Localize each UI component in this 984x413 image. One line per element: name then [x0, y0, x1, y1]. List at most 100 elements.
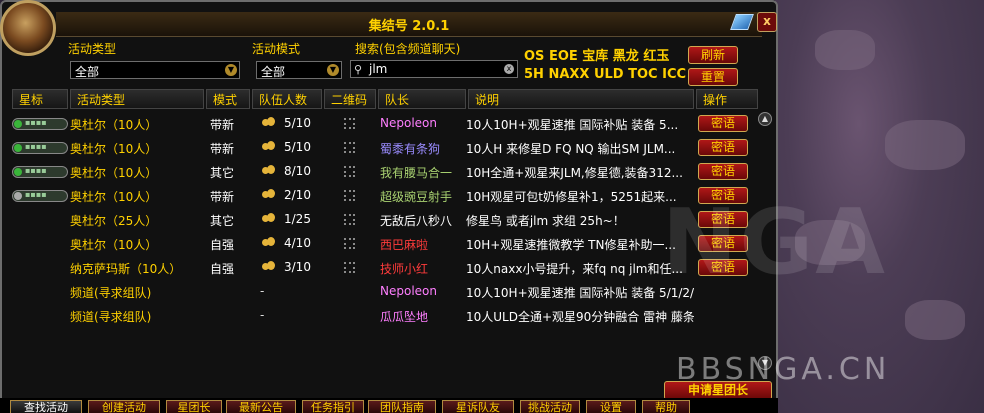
qrcode-icon[interactable] — [344, 190, 355, 201]
tab-2[interactable]: 星团长 — [166, 400, 222, 413]
tab-7[interactable]: 挑战活动 — [520, 400, 580, 413]
table-row[interactable]: 频道(寻求组队) - Nepoleon 10人10H+观星速推 国际补贴 装备 5/1… — [12, 280, 758, 304]
table-row[interactable]: ▪▪▪▪ 奥杜尔（10人） 带新 2/10 超级豌豆射手 10H观星可包t奶修星补1，52… — [12, 184, 758, 208]
row-description: 10H观星可包t奶修星补1，5251起来... — [466, 190, 677, 204]
row-mode: 其它 — [210, 214, 235, 228]
activity-type-value: 全部 — [75, 65, 100, 79]
qrcode-icon[interactable] — [344, 118, 355, 129]
table-row[interactable]: 奥杜尔（10人） 自强 4/10 西巴麻啦 10H+观星速推微教学 TN修星补助一...… — [12, 232, 758, 256]
row-count: 5/10 — [284, 116, 311, 130]
column-header-description[interactable]: 说明 — [468, 89, 694, 109]
column-header-qrcode[interactable]: 二维码 — [324, 89, 376, 109]
tab-0[interactable]: 查找活动 — [10, 400, 82, 413]
people-icon — [262, 237, 276, 247]
table-row[interactable]: ▪▪▪▪ 奥杜尔（10人） 带新 5/10 Nepoleon 10人10H+观星速推 国际… — [12, 112, 758, 136]
table-row[interactable]: 奥杜尔（25人） 其它 1/25 无敌后八秒八 修星鸟 或者jlm 求组 25h~！ 密语 — [12, 208, 758, 232]
row-activity: 奥杜尔（25人） — [70, 214, 158, 228]
row-count: 1/25 — [284, 212, 311, 226]
search-icon: ⚲ — [354, 63, 363, 76]
star-badge-icon: ▪▪▪▪ — [12, 190, 68, 202]
table-row[interactable]: 纳克萨玛斯（10人） 自强 3/10 技师小红 10人naxx小号提升，来fq nq j… — [12, 256, 758, 280]
table-row[interactable]: ▪▪▪▪ 奥杜尔（10人） 带新 5/10 蜀黍有条狗 10人H 来修星D FQ NQ 输… — [12, 136, 758, 160]
row-activity: 纳克萨玛斯（10人） — [70, 262, 182, 276]
tab-4[interactable]: 任务指引 — [302, 400, 364, 413]
row-description: 10人10H+观星速推 国际补贴 装备 5/1/2/5 来... — [466, 286, 694, 300]
row-leader[interactable]: 西巴麻啦 — [380, 236, 466, 253]
row-activity: 奥杜尔（10人） — [70, 190, 158, 204]
column-header-mode[interactable]: 模式 — [206, 89, 250, 109]
star-badge-icon: ▪▪▪▪ — [12, 142, 68, 154]
reset-button[interactable]: 重置 — [688, 68, 738, 86]
row-mode: 带新 — [210, 142, 235, 156]
column-header-count[interactable]: 队伍人数 — [252, 89, 322, 109]
clear-icon[interactable]: x — [504, 64, 514, 74]
people-icon — [262, 261, 276, 271]
activity-type-label: 活动类型 — [68, 42, 117, 56]
qrcode-icon[interactable] — [344, 238, 355, 249]
qrcode-icon[interactable] — [344, 214, 355, 225]
row-leader[interactable]: 技师小红 — [380, 260, 466, 277]
row-activity: 奥杜尔（10人） — [70, 166, 158, 180]
column-header-action: 操作 — [696, 89, 758, 109]
table-header: 星标 活动类型 模式 队伍人数 二维码 队长 说明 操作 — [12, 89, 758, 109]
star-badge-icon: ▪▪▪▪ — [12, 166, 68, 178]
whisper-button[interactable]: 密语 — [698, 139, 748, 156]
row-description: 10人naxx小号提升，来fq nq jlm和任... — [466, 262, 683, 276]
row-leader[interactable]: 无敌后八秒八 — [380, 212, 466, 229]
row-description: 10人H 来修星D FQ NQ 输出SM JLM... — [466, 142, 676, 156]
row-description: 10人10H+观星速推 国际补贴 装备 5... — [466, 118, 679, 132]
people-icon — [262, 141, 276, 151]
tab-3[interactable]: 最新公告 — [226, 400, 296, 413]
qrcode-icon[interactable] — [344, 262, 355, 273]
row-description: 10人ULD全通+观星90分钟融合 雷神 藤条 花女... — [466, 310, 694, 324]
tab-1[interactable]: 创建活动 — [88, 400, 160, 413]
row-leader[interactable]: 我有腰马合一 — [380, 164, 466, 181]
tab-6[interactable]: 星诉队友 — [442, 400, 514, 413]
chevron-down-icon[interactable]: ▼ — [327, 64, 339, 76]
qrcode-icon[interactable] — [344, 166, 355, 177]
activity-mode-label: 活动模式 — [252, 42, 301, 56]
addon-portrait-icon — [0, 0, 56, 56]
search-label: 搜索(包含频道聊天) — [355, 42, 461, 56]
whisper-button[interactable]: 密语 — [698, 115, 748, 132]
chevron-down-icon[interactable]: ▼ — [225, 64, 237, 76]
row-leader[interactable]: 瓜瓜坠地 — [380, 308, 466, 325]
close-button[interactable]: x — [757, 12, 777, 32]
tab-5[interactable]: 团队指南 — [368, 400, 436, 413]
whisper-button[interactable]: 密语 — [698, 163, 748, 180]
search-input[interactable]: ⚲ jlm x — [350, 60, 518, 78]
people-icon — [262, 213, 276, 223]
activity-mode-value: 全部 — [261, 65, 286, 79]
tab-8[interactable]: 设置 — [586, 400, 636, 413]
nga-watermark-site: BBSNGA.CN — [676, 352, 891, 387]
row-leader[interactable]: 超级豌豆射手 — [380, 188, 466, 205]
quick-tags-row2[interactable]: 5H NAXX ULD TOC ICC — [524, 67, 686, 82]
row-activity: 奥杜尔（10人） — [70, 142, 158, 156]
activity-type-dropdown[interactable]: 全部 ▼ — [70, 61, 240, 79]
scroll-up-icon[interactable]: ▲ — [758, 112, 772, 126]
row-description: 10H+观星速推微教学 TN修星补助一... — [466, 238, 676, 252]
tab-9[interactable]: 帮助 — [642, 400, 690, 413]
quick-tags-row1[interactable]: OS EOE 宝库 黑龙 红玉 — [524, 45, 669, 64]
search-value: jlm — [369, 62, 388, 76]
qrcode-icon[interactable] — [344, 142, 355, 153]
row-leader[interactable]: Nepoleon — [380, 116, 466, 130]
row-leader[interactable]: Nepoleon — [380, 284, 466, 298]
table-row[interactable]: 频道(寻求组队) - 瓜瓜坠地10人ULD全通+观星90分钟融合 雷神 藤条 花女.… — [12, 304, 758, 328]
window-title: 集结号 2.0.1 — [368, 19, 450, 34]
row-mode: 其它 — [210, 166, 235, 180]
table-row[interactable]: ▪▪▪▪ 奥杜尔（10人） 其它 8/10 我有腰马合一 10H全通+观星来JLM,修星德… — [12, 160, 758, 184]
row-activity: 频道(寻求组队) — [70, 286, 152, 300]
row-leader[interactable]: 蜀黍有条狗 — [380, 140, 466, 157]
column-header-star[interactable]: 星标 — [12, 89, 68, 109]
title-bar[interactable]: 集结号 2.0.1 — [56, 12, 762, 37]
column-header-leader[interactable]: 队长 — [378, 89, 466, 109]
row-mode: 自强 — [210, 238, 235, 252]
row-mode: 自强 — [210, 262, 235, 276]
star-badge-icon: ▪▪▪▪ — [12, 118, 68, 130]
refresh-button[interactable]: 刷新 — [688, 46, 738, 64]
row-count: 5/10 — [284, 140, 311, 154]
column-header-activity[interactable]: 活动类型 — [70, 89, 204, 109]
activity-mode-dropdown[interactable]: 全部 ▼ — [256, 61, 342, 79]
nga-watermark-logo: NGA — [662, 190, 887, 295]
